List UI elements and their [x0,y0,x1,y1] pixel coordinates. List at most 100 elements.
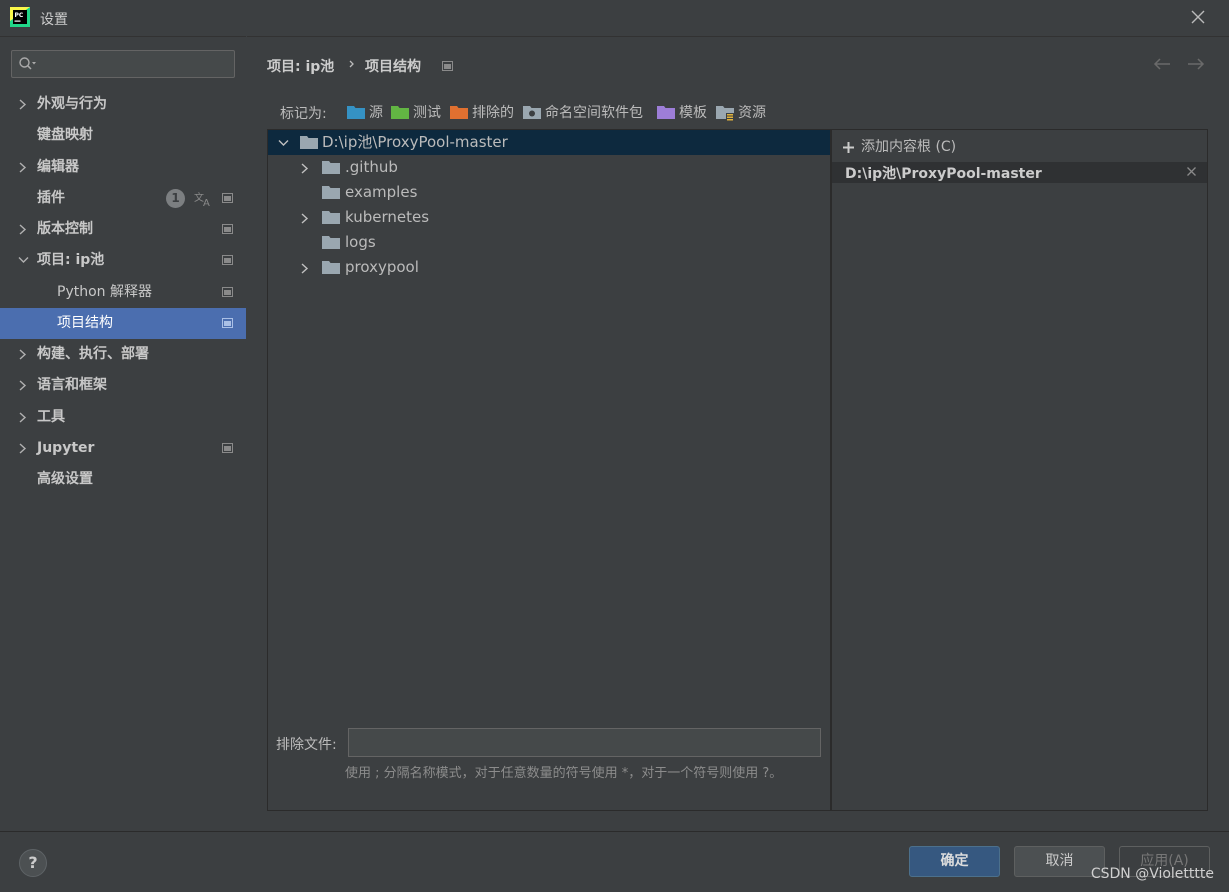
project-level-icon [222,255,233,265]
plus-icon [843,142,854,153]
exclude-files-input[interactable] [348,728,821,757]
tree-item-label: examples [345,183,418,201]
mark-as-item-label: 测试 [413,105,441,121]
sidebar-item-label: 项目结构 [57,315,113,331]
sidebar-item-project[interactable]: 项目: ip池 [0,245,246,276]
exclude-files-label: 排除文件: [276,737,337,753]
sidebar-item-languages-frameworks[interactable]: 语言和框架 [0,370,246,401]
pycharm-logo-icon: PC [10,7,30,27]
settings-sidebar: 外观与行为 键盘映射 编辑器 插件 1 文 A 版本控制 项目: ip池 Pyt… [0,36,246,832]
mark-as-item-label: 模板 [679,105,707,121]
project-level-icon [222,287,233,297]
translate-icon: 文 A [194,191,210,207]
chevron-down-icon [18,257,29,263]
close-icon[interactable] [1189,8,1207,26]
breadcrumb-parent[interactable]: 项目: ip池 [267,56,334,76]
title-bar: PC 设置 [0,0,1229,36]
watermark: CSDN @Violetttte [1090,866,1214,882]
folder-icon [322,186,340,199]
svg-text:PC: PC [15,12,24,19]
chevron-right-icon[interactable] [300,263,310,274]
plugin-update-badge: 1 [166,189,185,208]
sidebar-item-project-structure[interactable]: 项目结构 [0,308,246,339]
sidebar-item-label: Python 解释器 [57,284,152,300]
tree-item-label: logs [345,233,376,251]
chevron-down-icon[interactable] [278,138,289,148]
mark-as-item-label: 资源 [738,105,766,121]
tree-item[interactable]: proxypool [268,255,830,280]
sidebar-item-label: 高级设置 [37,471,93,487]
back-arrow-icon[interactable] [1153,57,1171,71]
dialog-footer: ? 确定 取消 应用(A) CSDN @Violetttte [0,831,1229,892]
search-icon [19,57,36,70]
sidebar-item-appearance[interactable]: 外观与行为 [0,89,246,120]
settings-search-input[interactable] [11,50,235,78]
sidebar-item-label: 键盘映射 [37,127,93,143]
project-level-icon [222,193,233,203]
folder-sources-icon [347,106,365,119]
sidebar-item-label: 工具 [37,409,65,425]
sidebar-item-label: 语言和框架 [37,377,107,393]
folder-tests-icon [391,106,409,119]
content-root-path: D:\ip池\ProxyPool-master [845,166,1042,182]
sidebar-item-keymap[interactable]: 键盘映射 [0,120,246,151]
sidebar-item-plugins[interactable]: 插件 1 文 A [0,183,246,214]
content-root-entry[interactable]: D:\ip池\ProxyPool-master [832,162,1207,183]
tree-item-label: D:\ip池\ProxyPool-master [322,133,508,151]
mark-as-item-label: 命名空间软件包 [545,105,643,121]
breadcrumb-separator-icon [349,60,354,68]
folder-icon [300,136,318,149]
sidebar-item-editor[interactable]: 编辑器 [0,152,246,183]
chevron-right-icon [19,162,27,173]
project-structure-page: 项目: ip池 项目结构 标记为: 源 测试 排除的 命名空间软件包 模板 资源… [247,36,1229,832]
exclude-files-hint: 使用 ; 分隔名称模式，对于任意数量的符号使用 *，对于一个符号则使用 ?。 [345,766,783,781]
tree-root-item[interactable]: D:\ip池\ProxyPool-master [268,130,830,155]
tree-item[interactable]: logs [268,230,830,255]
tree-item[interactable]: .github [268,155,830,180]
mark-as-item-label: 源 [369,105,383,121]
folder-icon [322,161,340,174]
tree-item[interactable]: kubernetes [268,205,830,230]
sidebar-item-label: 编辑器 [37,159,79,175]
sidebar-item-label: 插件 [37,190,65,206]
window-title: 设置 [40,12,68,28]
folder-resources-icon [716,106,734,121]
tree-item-label: kubernetes [345,208,430,226]
sidebar-item-version-control[interactable]: 版本控制 [0,214,246,245]
ok-button[interactable]: 确定 [909,846,1000,877]
chevron-right-icon [19,349,27,360]
sidebar-item-label: 项目: ip池 [37,252,105,268]
project-level-icon [442,61,453,71]
add-content-root-label: 添加内容根 (C) [861,139,957,155]
sidebar-item-python-interpreter[interactable]: Python 解释器 [0,277,246,308]
folder-excluded-icon [450,106,468,119]
tree-item[interactable]: examples [268,180,830,205]
chevron-right-icon [19,224,27,235]
folder-templates-icon [657,106,675,119]
chevron-right-icon [19,380,27,391]
chevron-right-icon[interactable] [300,163,310,174]
breadcrumb-current: 项目结构 [365,59,421,75]
content-root-tree: D:\ip池\ProxyPool-master .github examples… [267,129,831,811]
content-roots-panel: 添加内容根 (C) D:\ip池\ProxyPool-master [831,129,1208,811]
project-level-icon [222,224,233,234]
sidebar-item-label: 版本控制 [37,221,93,237]
sidebar-item-label: Jupyter [37,440,95,456]
forward-arrow-icon[interactable] [1187,57,1205,71]
mark-as-label: 标记为: [280,106,327,122]
mark-as-item-label: 排除的 [472,105,514,121]
chevron-right-icon[interactable] [300,213,310,224]
tree-item-label: proxypool [345,258,419,276]
folder-icon [322,236,340,249]
chevron-right-icon [19,412,27,423]
chevron-right-icon [19,443,27,454]
sidebar-item-tools[interactable]: 工具 [0,402,246,433]
sidebar-item-label: 构建、执行、部署 [37,346,149,362]
chevron-right-icon [19,99,27,110]
sidebar-item-advanced-settings[interactable]: 高级设置 [0,464,246,495]
remove-content-root-icon[interactable] [1186,166,1197,177]
sidebar-item-build-execution-deployment[interactable]: 构建、执行、部署 [0,339,246,370]
sidebar-item-label: 外观与行为 [37,96,107,112]
sidebar-item-jupyter[interactable]: Jupyter [0,433,246,464]
help-button[interactable]: ? [19,849,47,877]
